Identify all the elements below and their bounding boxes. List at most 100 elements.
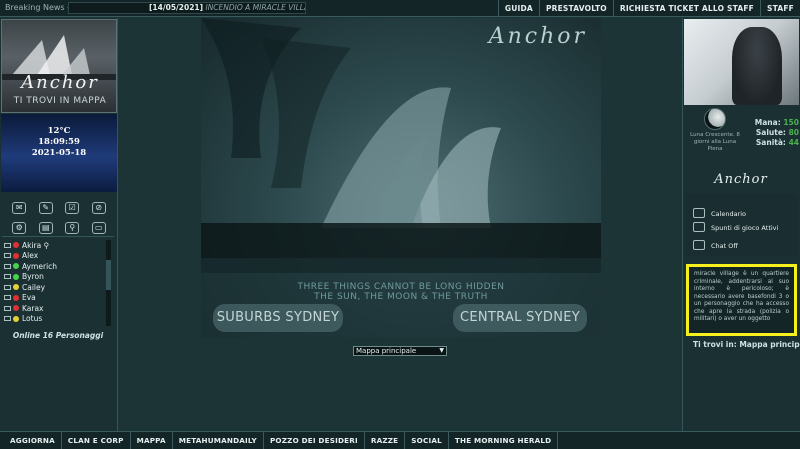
online-user-name: Akira (22, 240, 42, 250)
chat-icon (4, 253, 11, 259)
pin-icon[interactable]: ⚲ (65, 222, 80, 234)
location-info-box: miracle village è un quartiere criminale… (686, 264, 797, 336)
stat-label: Sanità: (755, 138, 786, 147)
map-icon[interactable]: ▤ (38, 222, 53, 234)
online-scrollbar[interactable] (106, 240, 111, 326)
status-dot (13, 305, 19, 312)
online-user[interactable]: Karax (4, 303, 104, 314)
online-list-panel: Akira ⚲ Alex Aymerich Byron Cailey Eva K… (2, 236, 114, 346)
map-select[interactable]: Mappa principale ▼ (353, 346, 447, 356)
weather-date: 2021-05-18 (31, 148, 87, 158)
nav-morning-herald[interactable]: THE MORNING HERALD (449, 432, 559, 449)
chat-icon[interactable]: ✎ (38, 202, 53, 214)
online-user[interactable]: Cailey (4, 282, 104, 293)
online-user[interactable]: Byron (4, 272, 104, 283)
calendar-icon (693, 208, 705, 218)
moon-phase: Luna Crescente. 8 giorni alla Luna Piena (684, 106, 746, 168)
location-info-text: miracle village è un quartiere criminale… (694, 271, 789, 322)
nav-aggiorna[interactable]: AGGIORNA (4, 432, 62, 449)
chevron-down-icon: ▼ (439, 347, 444, 354)
news-date: [14/05/2021] (149, 3, 204, 12)
online-user[interactable]: Lotus (4, 314, 104, 325)
menu-chat-off[interactable]: Chat Off (711, 242, 738, 250)
online-user-name: Cailey (22, 282, 46, 292)
top-nav: GUIDA PRESTAVOLTO RICHIESTA TICKET ALLO … (497, 0, 800, 17)
nav-prestavolto[interactable]: PRESTAVOLTO (538, 0, 613, 17)
pencil-icon (693, 222, 705, 232)
stat-mana: Mana: 150 (749, 118, 799, 128)
stat-value: 80 (788, 128, 799, 137)
weather-widget: 12°C 18:09:59 2021-05-18 (1, 114, 117, 192)
menu-spunti-gioco[interactable]: Spunti di gioco Attivi (711, 224, 778, 232)
online-user-name: Alex (22, 251, 39, 261)
stat-label: Mana: (754, 118, 781, 127)
checklist-icon[interactable]: ☑ (65, 202, 80, 214)
nav-pozzo-desideri[interactable]: POZZO DEI DESIDERI (264, 432, 365, 449)
mail-icon[interactable]: ✉ (12, 202, 27, 214)
online-count: Online 16 Personaggi (12, 331, 104, 340)
news-text: INCENDIO A MIRACLE VILLAGE - (205, 3, 305, 12)
card-icon[interactable]: ▭ (91, 222, 106, 234)
moon-phase-text: Luna Crescente. 8 giorni alla Luna Piena (690, 132, 740, 152)
top-bar: Breaking News - [14/05/2021] INCENDIO A … (0, 0, 800, 17)
menu-calendario[interactable]: Calendario (711, 210, 746, 218)
map-title: Anchor (488, 24, 587, 49)
main-map: Anchor THREE THINGS CANNOT BE LONG HIDDE… (201, 18, 601, 338)
character-stats: Mana: 150 Salute: 80 Sanità: 44 (749, 118, 799, 148)
suburbs-sydney-button[interactable]: SUBURBS SYDNEY (213, 304, 343, 332)
logo-title: Anchor (21, 72, 99, 93)
quick-icons: ✉ ✎ ☑ ⊘ ⚙ ▤ ⚲ ▭ (6, 202, 112, 234)
right-sidebar: Luna Crescente. 8 giorni alla Luna Piena… (682, 18, 800, 431)
anchor-subtitle: Anchor (714, 172, 768, 187)
online-user-name: Aymerich (22, 261, 58, 271)
central-sydney-button[interactable]: CENTRAL SYDNEY (453, 304, 587, 332)
breaking-news-label: Breaking News - (5, 3, 71, 12)
moon-icon (704, 108, 726, 130)
chat-icon (4, 316, 11, 322)
online-user-name: Eva (22, 293, 36, 303)
status-dot (13, 263, 19, 270)
status-dot (13, 315, 19, 322)
logo-banner[interactable]: Anchor TI TROVI IN MAPPA (1, 19, 117, 113)
chat-icon (4, 305, 11, 311)
chat-icon (4, 284, 11, 290)
opera-house-logo-icon (2, 35, 116, 80)
nav-social[interactable]: SOCIAL (405, 432, 449, 449)
breaking-news-ticker[interactable]: [14/05/2021] INCENDIO A MIRACLE VILLAGE … (68, 2, 306, 14)
map-quote-line1: THREE THINGS CANNOT BE LONG HIDDEN (297, 282, 505, 292)
nav-guida[interactable]: GUIDA (497, 0, 539, 17)
online-user[interactable]: Akira ⚲ (4, 240, 104, 251)
chat-icon (4, 295, 11, 301)
no-icon[interactable]: ⊘ (91, 202, 106, 214)
map-quote-line2: THE SUN, THE MOON & THE TRUTH (314, 292, 488, 302)
nav-richiesta-ticket[interactable]: RICHIESTA TICKET ALLO STAFF (612, 0, 760, 17)
status-dot (13, 273, 19, 280)
pin-icon: ⚲ (43, 240, 50, 250)
chat-icon (693, 240, 705, 250)
online-user[interactable]: Eva (4, 293, 104, 304)
avatar[interactable] (684, 19, 799, 105)
online-user[interactable]: Aymerich (4, 261, 104, 272)
chat-icon (4, 242, 11, 248)
side-menu: Calendario Spunti di gioco Attivi Chat O… (685, 194, 797, 256)
status-dot (13, 284, 19, 291)
online-list: Akira ⚲ Alex Aymerich Byron Cailey Eva K… (4, 240, 104, 324)
current-location: Ti trovi in: Mappa principale (693, 340, 800, 349)
online-user-name: Byron (22, 272, 44, 282)
gear-icon[interactable]: ⚙ (12, 222, 27, 234)
stat-value: 150 (783, 118, 799, 127)
nav-metahumandaily[interactable]: METAHUMANDAILY (173, 432, 264, 449)
chat-icon (4, 274, 11, 280)
online-user[interactable]: Alex (4, 251, 104, 262)
avatar-figure (732, 27, 782, 105)
status-dot (13, 242, 19, 249)
stat-value: 44 (788, 138, 799, 147)
online-user-name: Karax (22, 303, 44, 313)
chat-icon (4, 263, 11, 269)
status-dot (13, 252, 19, 259)
scrollbar-thumb[interactable] (106, 260, 111, 290)
nav-staff[interactable]: STAFF (760, 0, 800, 17)
nav-clan-corp[interactable]: CLAN E CORP (62, 432, 131, 449)
nav-razze[interactable]: RAZZE (365, 432, 406, 449)
nav-mappa[interactable]: MAPPA (131, 432, 173, 449)
